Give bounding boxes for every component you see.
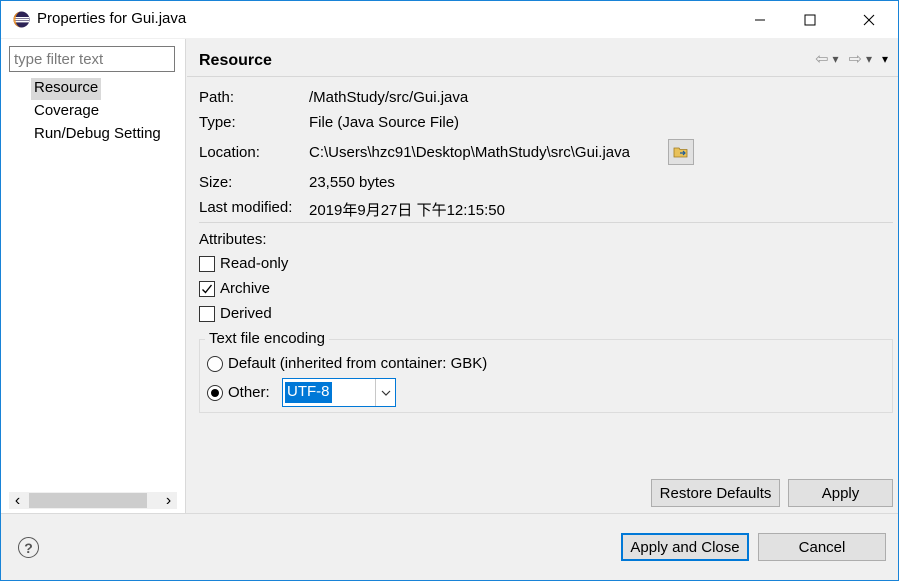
forward-arrow-icon[interactable]: ⇨ bbox=[849, 49, 862, 69]
window-title: Properties for Gui.java bbox=[37, 10, 187, 27]
help-icon[interactable]: ? bbox=[18, 537, 39, 558]
path-value: /MathStudy/src/Gui.java bbox=[309, 89, 469, 106]
close-button[interactable] bbox=[844, 1, 894, 38]
maximize-icon bbox=[804, 14, 816, 25]
open-folder-icon bbox=[673, 147, 688, 158]
properties-dialog: Properties for Gui.java Resource Coverag… bbox=[0, 0, 899, 581]
horizontal-scrollbar[interactable]: ‹ › bbox=[9, 492, 177, 509]
last-modified-label: Last modified: bbox=[199, 199, 293, 216]
sidebar: Resource Coverage Run/Debug Setting ‹ › bbox=[1, 39, 186, 513]
derived-checkbox-row[interactable]: Derived bbox=[199, 305, 272, 322]
location-label: Location: bbox=[199, 144, 260, 161]
restore-defaults-button[interactable]: Restore Defaults bbox=[651, 479, 780, 507]
other-encoding-radio[interactable] bbox=[207, 384, 223, 401]
info-separator bbox=[199, 222, 893, 223]
archive-checkbox[interactable] bbox=[199, 280, 215, 297]
page-title: Resource bbox=[199, 52, 272, 69]
filter-input[interactable] bbox=[9, 46, 175, 72]
title-separator bbox=[187, 76, 898, 77]
last-modified-value: 2019年9月27日 下午12:15:50 bbox=[309, 202, 505, 219]
maximize-button[interactable] bbox=[785, 1, 835, 38]
chevron-down-icon[interactable] bbox=[375, 379, 395, 406]
chevron-left-icon: ‹ bbox=[14, 491, 21, 509]
type-label: Type: bbox=[199, 114, 236, 131]
cancel-button[interactable]: Cancel bbox=[758, 533, 886, 561]
minimize-button[interactable] bbox=[735, 1, 785, 38]
sidebar-item-resource[interactable]: Resource bbox=[31, 78, 102, 100]
close-icon bbox=[863, 14, 875, 25]
type-value: File (Java Source File) bbox=[309, 114, 460, 131]
sidebar-item-run-debug-setting[interactable]: Run/Debug Setting bbox=[31, 124, 164, 146]
archive-label: Archive bbox=[220, 280, 271, 297]
default-encoding-row[interactable]: Default (inherited from container: GBK) bbox=[207, 355, 487, 372]
page-nav-toolbar: ⇦ ▾ ⇨ ▾ ▾ bbox=[815, 49, 888, 69]
path-label: Path: bbox=[199, 89, 235, 106]
title-bar: Properties for Gui.java bbox=[1, 1, 898, 38]
attributes-heading: Attributes: bbox=[199, 231, 267, 248]
checkmark-icon bbox=[202, 284, 213, 294]
footer-separator bbox=[1, 513, 898, 514]
default-encoding-radio[interactable] bbox=[207, 355, 223, 372]
scroll-thumb[interactable] bbox=[29, 493, 147, 508]
scroll-right-button[interactable]: › bbox=[160, 492, 177, 509]
eclipse-icon bbox=[13, 11, 30, 28]
forward-dropdown-icon[interactable]: ▾ bbox=[866, 52, 872, 66]
other-encoding-row[interactable]: Other: bbox=[207, 384, 270, 401]
read-only-checkbox-row[interactable]: Read-only bbox=[199, 255, 288, 272]
text-encoding-legend: Text file encoding bbox=[205, 330, 329, 347]
location-value: C:\Users\hzc91\Desktop\MathStudy\src\Gui… bbox=[309, 144, 630, 161]
default-encoding-label: Default (inherited from container: GBK) bbox=[228, 355, 488, 372]
read-only-label: Read-only bbox=[220, 255, 289, 272]
apply-and-close-button[interactable]: Apply and Close bbox=[621, 533, 749, 561]
encoding-combo-value[interactable]: UTF-8 bbox=[285, 382, 332, 403]
other-encoding-label: Other: bbox=[228, 384, 270, 401]
chevron-right-icon: › bbox=[165, 491, 172, 509]
size-value: 23,550 bytes bbox=[309, 174, 395, 191]
sidebar-item-coverage[interactable]: Coverage bbox=[31, 101, 102, 123]
scroll-left-button[interactable]: ‹ bbox=[9, 492, 26, 509]
back-arrow-icon[interactable]: ⇦ bbox=[815, 49, 828, 69]
view-menu-icon[interactable]: ▾ bbox=[882, 52, 888, 66]
apply-button[interactable]: Apply bbox=[788, 479, 893, 507]
derived-label: Derived bbox=[220, 305, 272, 322]
size-label: Size: bbox=[199, 174, 233, 191]
back-dropdown-icon[interactable]: ▾ bbox=[833, 52, 839, 66]
show-in-explorer-button[interactable] bbox=[668, 139, 694, 165]
minimize-icon bbox=[755, 19, 765, 20]
derived-checkbox[interactable] bbox=[199, 305, 215, 322]
encoding-combo[interactable]: UTF-8 bbox=[282, 378, 396, 407]
read-only-checkbox[interactable] bbox=[199, 255, 215, 272]
resource-page: Resource ⇦ ▾ ⇨ ▾ ▾ Path: /MathStudy/src/… bbox=[187, 39, 898, 513]
archive-checkbox-row[interactable]: Archive bbox=[199, 280, 270, 297]
